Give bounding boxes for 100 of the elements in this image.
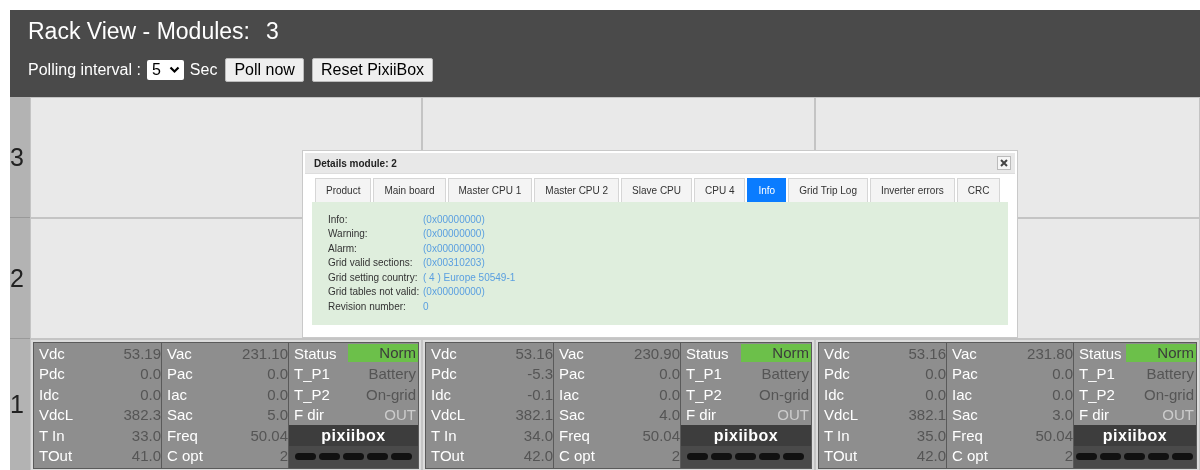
metric-label: Pac [167, 365, 193, 383]
field-label: Revision number: [328, 300, 407, 312]
metric-label: Sac [559, 406, 585, 424]
action-button[interactable]: Poll now [225, 58, 304, 82]
tab[interactable]: CRC [956, 178, 1001, 202]
tab[interactable]: Master CPU 2 [534, 178, 620, 202]
metric-value: 0.0 [267, 365, 288, 383]
field-value: (0x00000000) [423, 286, 485, 298]
field-label: Alarm: [328, 242, 358, 254]
metric-value: 2 [1064, 447, 1073, 465]
status-value: On-grid [1142, 385, 1195, 403]
polling-label: Polling interval : [28, 61, 141, 79]
metric-label: Pdc [431, 365, 457, 383]
metric-value: 4.0 [659, 406, 680, 424]
status-label: F dir [686, 406, 716, 424]
metric-label: Pdc [39, 365, 65, 383]
module-panel[interactable]: Vdc 53.16 Pdc 0.0 Idc 0.0 VdcL 382.1 T In 35.0 TOut 42.0 Vac 231.80 Pac 0.0 Iac 0.0 Sac 3.0 Freq 50.04 C opt 2 Status Norm T_P1 Battery T_P2 On-grid F dir OUT pixiibox [818, 342, 1197, 469]
metric-label: C opt [559, 447, 595, 465]
metric-label: Idc [39, 385, 59, 403]
tab[interactable]: CPU 4 [694, 178, 746, 202]
metric-label: Iac [559, 385, 579, 403]
status-badge: Norm [741, 344, 811, 363]
status-badge: Norm [1126, 344, 1196, 363]
brand-logo: pixiibox [1074, 425, 1196, 446]
field-label: Grid valid sections: [328, 257, 414, 269]
metric-label: Vac [559, 344, 584, 362]
module-panel[interactable]: Vdc 53.16 Pdc -5.3 Idc -0.1 VdcL 382.1 T In 34.0 TOut 42.0 Vac 230.90 Pac 0.0 Iac 0.0 Sac 4.0 Freq 50.04 C opt 2 Status Norm T_P1 Battery T_P2 On-grid F dir OUT pixiibox [425, 342, 812, 469]
metric-value: -0.1 [527, 385, 553, 403]
metric-label: VdcL [39, 406, 74, 424]
metric-value: 382.1 [908, 406, 946, 424]
status-value: OUT [383, 406, 417, 424]
field-label: Grid setting country: [328, 271, 419, 283]
metric-label: VdcL [824, 406, 859, 424]
module-panel[interactable]: Vdc 53.19 Pdc 0.0 Idc 0.0 VdcL 382.3 T In 33.0 TOut 41.0 Vac 231.10 Pac 0.0 Iac 0.0 Sac 5.0 Freq 50.04 C opt 2 Status Norm T_P1 Battery T_P2 On-grid F dir OUT pixiibox [33, 342, 419, 469]
status-value: On-grid [364, 385, 417, 403]
tab[interactable]: Slave CPU [621, 178, 692, 202]
tab[interactable]: Info [747, 178, 787, 202]
metric-label: T In [824, 426, 850, 444]
metric-label: Freq [952, 426, 983, 444]
metric-label: VdcL [431, 406, 466, 424]
action-button[interactable]: Reset PixiiBox [311, 58, 434, 82]
metric-label: Vac [952, 344, 977, 362]
status-label: T_P2 [294, 385, 330, 403]
brand-logo: pixiibox [681, 425, 811, 446]
metric-value: -5.3 [527, 365, 553, 383]
status-value: Battery [1145, 365, 1195, 383]
chevron-icon [168, 66, 180, 74]
status-label: T_P2 [686, 385, 722, 403]
status-label: T_P1 [294, 365, 330, 383]
metric-value: 53.16 [908, 344, 946, 362]
metric-label: T In [431, 426, 457, 444]
metric-value: 35.0 [916, 426, 946, 444]
metric-value: 0.0 [140, 365, 161, 383]
field-value: (0x00000000) [423, 213, 485, 225]
page-title: Rack View - Modules: [28, 18, 250, 45]
metric-value: 0.0 [925, 385, 946, 403]
metric-label: Sac [167, 406, 193, 424]
metric-value: 382.3 [123, 406, 161, 424]
close-button[interactable] [997, 156, 1011, 170]
metric-value: 231.80 [1027, 344, 1073, 362]
metric-value: 50.04 [250, 426, 288, 444]
metric-value: 53.19 [123, 344, 161, 362]
tab[interactable]: Master CPU 1 [447, 178, 533, 202]
unit-label: Sec [189, 61, 218, 79]
metric-value: 0.0 [925, 365, 946, 383]
tab[interactable]: Product [315, 178, 372, 202]
metric-label: T In [39, 426, 65, 444]
field-label: Warning: [328, 228, 369, 240]
metric-label: Pdc [824, 365, 850, 383]
metric-label: TOut [431, 447, 465, 465]
metric-label: Vdc [431, 344, 457, 362]
metric-value: 34.0 [523, 426, 553, 444]
field-label: Grid tables not valid: [328, 286, 421, 298]
metric-label: Freq [559, 426, 590, 444]
row-number: 3 [10, 97, 30, 218]
status-label: T_P1 [1079, 365, 1115, 383]
metric-value: 2 [279, 447, 288, 465]
metric-label: Iac [952, 385, 972, 403]
metric-label: Idc [431, 385, 451, 403]
metric-value: 0.0 [1052, 365, 1073, 383]
metric-value: 0.0 [267, 385, 288, 403]
metric-label: Freq [167, 426, 198, 444]
field-value: ( 4 ) Europe 50549-1 [423, 271, 516, 283]
tab[interactable]: Grid Trip Log [788, 178, 868, 202]
status-label: Status [686, 344, 729, 362]
metric-label: C opt [167, 447, 203, 465]
tab[interactable]: Main board [373, 178, 446, 202]
metric-label: Idc [824, 385, 844, 403]
indicator-dashes-icon [1076, 452, 1194, 462]
field-label: Info: [328, 213, 349, 225]
tab[interactable]: Inverter errors [869, 178, 955, 202]
row-number: 1 [10, 339, 30, 470]
metric-label: Pac [559, 365, 585, 383]
status-label: Status [294, 344, 337, 362]
status-label: T_P2 [1079, 385, 1115, 403]
metric-label: Sac [952, 406, 978, 424]
indicator-dashes-icon [294, 452, 413, 462]
field-value: (0x00000000) [423, 228, 485, 240]
interval-select[interactable]: 5 [146, 60, 184, 80]
metric-value: 230.90 [634, 344, 680, 362]
